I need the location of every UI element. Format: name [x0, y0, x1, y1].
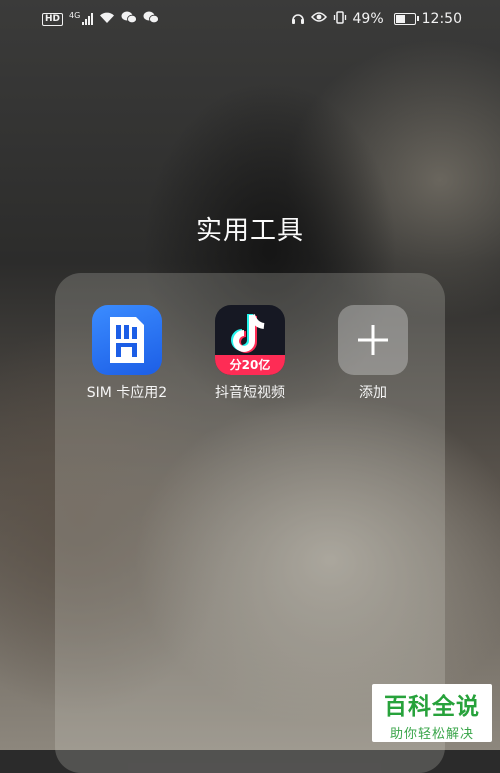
app-label: 添加	[359, 385, 387, 401]
sim-card-icon	[92, 305, 162, 375]
status-bar-right: 49% 12:50	[291, 10, 462, 28]
plus-icon	[338, 305, 408, 375]
wechat-icon	[143, 11, 160, 27]
douyin-icon: 分20亿	[215, 305, 285, 375]
battery-level-fill	[395, 15, 406, 23]
app-add-button[interactable]: 添加	[318, 305, 428, 402]
battery-icon	[393, 13, 419, 25]
battery-percent: 49%	[352, 11, 384, 27]
status-bar: HD 4G 49% 12:50	[0, 0, 500, 38]
network-type-badge: 4G	[69, 10, 81, 20]
clock: 12:50	[421, 11, 462, 27]
hd-badge: HD	[42, 12, 64, 26]
signal-strength-icon	[82, 13, 94, 25]
app-sim-card[interactable]: SIM 卡应用2	[72, 305, 182, 402]
wechat-icon	[121, 11, 138, 27]
app-label: 抖音短视频	[215, 385, 285, 401]
app-label: SIM 卡应用2	[86, 385, 168, 401]
headphones-icon	[291, 11, 305, 28]
watermark-logo: 百科全说 助你轻松解决	[372, 684, 492, 742]
folder-title[interactable]: 实用工具	[0, 210, 500, 247]
app-douyin[interactable]: 分20亿 抖音短视频	[195, 305, 305, 402]
wifi-icon	[99, 11, 115, 28]
douyin-banner-text: 分20亿	[215, 355, 285, 375]
watermark-sub-text: 助你轻松解决	[389, 727, 474, 742]
vibrate-icon	[333, 10, 347, 28]
eye-comfort-icon	[310, 11, 327, 27]
watermark-main-text: 百科全说	[384, 694, 480, 720]
status-bar-left: HD 4G	[42, 10, 160, 28]
